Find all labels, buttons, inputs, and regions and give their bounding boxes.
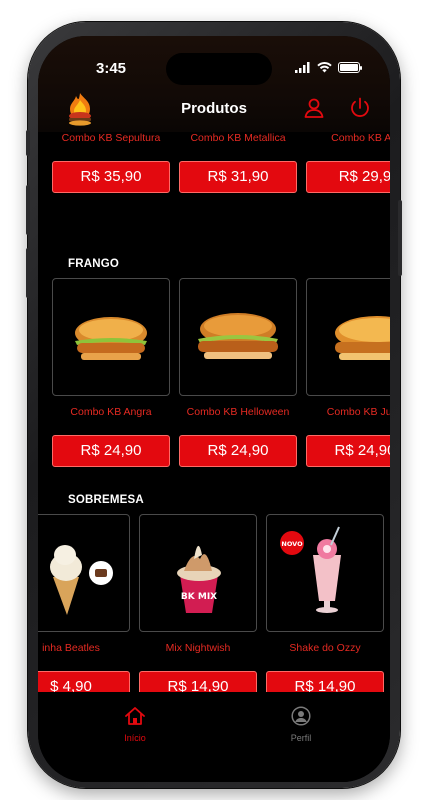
product-image bbox=[38, 514, 130, 632]
app-screen: 3:45 Produtos Combo KB Sepultura R$ 35,9… bbox=[38, 36, 390, 782]
bottom-nav: Início Perfil bbox=[38, 692, 390, 782]
signal-icon bbox=[295, 62, 310, 73]
combo-row[interactable]: Combo KB Sepultura R$ 35,90 Combo KB Met… bbox=[52, 132, 390, 193]
product-name: Combo KB Angra bbox=[70, 406, 152, 418]
chicken-burger-image bbox=[198, 313, 278, 359]
price-button[interactable]: R$ 14,90 bbox=[266, 671, 384, 692]
sobremesa-row[interactable]: inha Beatles $ 4,90 BK MIX Mix Nightwish… bbox=[38, 514, 384, 692]
product-image bbox=[306, 278, 390, 396]
price-button[interactable]: R$ 24,90 bbox=[179, 435, 297, 467]
product-image: BK MIX bbox=[139, 514, 257, 632]
product-card[interactable]: inha Beatles $ 4,90 bbox=[38, 514, 130, 692]
power-icon[interactable] bbox=[348, 96, 372, 120]
product-card[interactable]: BK MIX Mix Nightwish R$ 14,90 bbox=[139, 514, 257, 692]
svg-text:NOVO: NOVO bbox=[281, 540, 303, 548]
status-time: 3:45 bbox=[96, 60, 127, 77]
product-card[interactable]: Combo KB Juda R$ 24,90 bbox=[306, 278, 390, 467]
status-icons bbox=[295, 62, 362, 73]
product-card[interactable]: NOVO Shake do Ozzy R$ 14,90 bbox=[266, 514, 384, 692]
product-image bbox=[179, 278, 297, 396]
price-button[interactable]: R$ 31,90 bbox=[179, 161, 297, 193]
product-image: NOVO bbox=[266, 514, 384, 632]
product-image bbox=[52, 278, 170, 396]
nav-label-inicio: Início bbox=[124, 733, 146, 743]
price-button[interactable]: R$ 24,90 bbox=[52, 435, 170, 467]
profile-icon bbox=[291, 706, 311, 726]
wifi-icon bbox=[317, 62, 332, 73]
section-title-sobremesa: SOBREMESA bbox=[68, 494, 144, 506]
product-card[interactable]: Combo KB Angra R$ 24,90 bbox=[52, 278, 170, 467]
product-card[interactable]: Combo KB Metallica R$ 31,90 bbox=[179, 132, 297, 193]
product-card[interactable]: Combo KB Sepultura R$ 35,90 bbox=[52, 132, 170, 193]
price-button[interactable]: R$ 29,9 bbox=[306, 161, 390, 193]
product-name: Mix Nightwish bbox=[165, 642, 231, 654]
milkshake-image: NOVO bbox=[280, 526, 341, 613]
price-button[interactable]: R$ 35,90 bbox=[52, 161, 170, 193]
product-name: Shake do Ozzy bbox=[289, 642, 361, 654]
product-list[interactable]: Combo KB Sepultura R$ 35,90 Combo KB Met… bbox=[38, 132, 390, 692]
product-name: Combo KB Sepultura bbox=[61, 132, 161, 144]
product-name: Combo KB Helloween bbox=[186, 406, 290, 418]
page-title: Produtos bbox=[181, 100, 247, 117]
ice-cream-cone-image bbox=[50, 545, 113, 615]
svg-text:BK MIX: BK MIX bbox=[181, 592, 217, 602]
section-title-frango: FRANGO bbox=[68, 258, 120, 270]
chicken-burger-image bbox=[75, 317, 147, 360]
product-name: Combo KB Metallica bbox=[190, 132, 286, 144]
chicken-burger-image bbox=[335, 316, 390, 360]
mix-cup-image: BK MIX bbox=[177, 545, 221, 613]
product-card[interactable]: Combo KB Helloween R$ 24,90 bbox=[179, 278, 297, 467]
phone-volume-down bbox=[26, 248, 30, 298]
dynamic-island bbox=[166, 53, 272, 85]
home-icon bbox=[125, 707, 145, 725]
phone-power-button bbox=[398, 200, 402, 276]
product-name: Combo KB Juda bbox=[326, 406, 390, 418]
nav-label-perfil: Perfil bbox=[290, 733, 312, 743]
price-button[interactable]: $ 4,90 bbox=[38, 671, 130, 692]
product-name: inha Beatles bbox=[42, 642, 100, 654]
nav-item-perfil[interactable]: Perfil bbox=[271, 706, 331, 743]
price-button[interactable]: R$ 24,90 bbox=[306, 435, 390, 467]
product-card[interactable]: Combo KB AC R$ 29,9 bbox=[306, 132, 390, 193]
battery-icon bbox=[338, 62, 362, 73]
product-name: Combo KB AC bbox=[331, 132, 390, 144]
user-icon[interactable] bbox=[302, 96, 326, 120]
phone-volume-up bbox=[26, 185, 30, 235]
nav-item-inicio[interactable]: Início bbox=[105, 706, 165, 743]
price-button[interactable]: R$ 14,90 bbox=[139, 671, 257, 692]
phone-side-button bbox=[26, 130, 30, 156]
frango-row[interactable]: Combo KB Angra R$ 24,90 Combo KB Hellowe… bbox=[52, 278, 390, 467]
